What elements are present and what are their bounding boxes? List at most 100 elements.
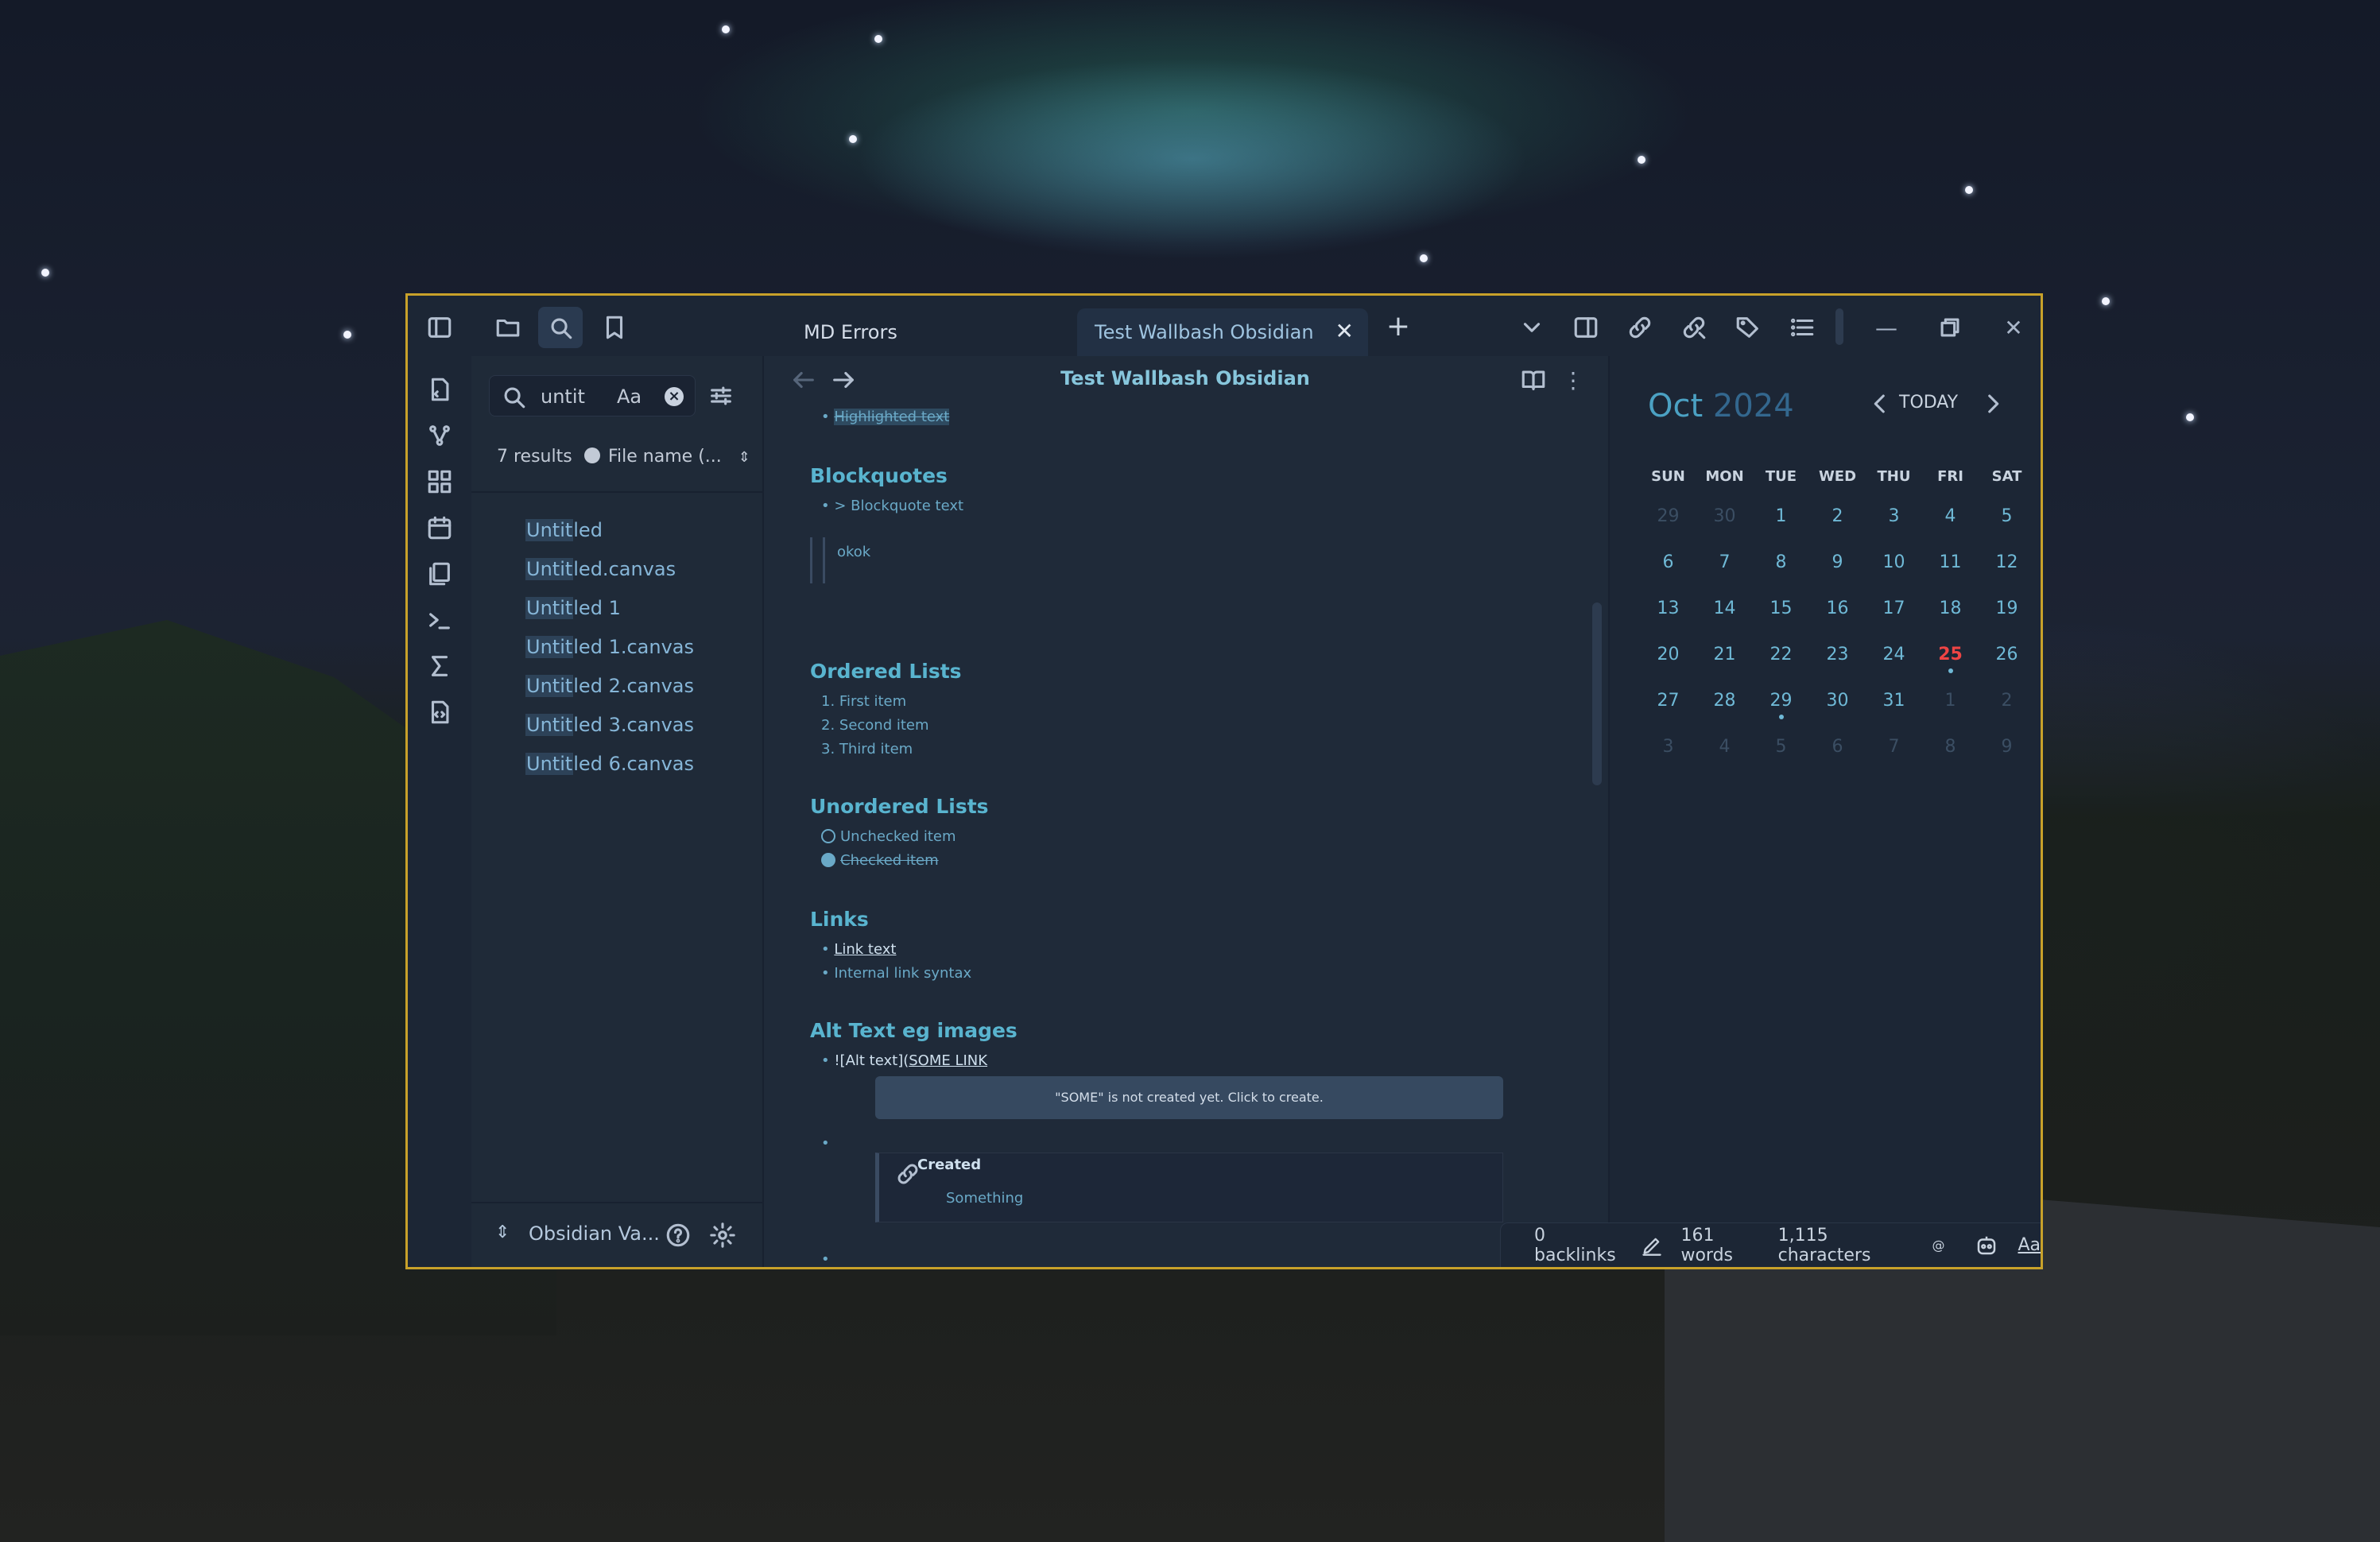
code-file-icon[interactable] xyxy=(424,696,455,728)
vault-switcher[interactable]: ⇕ Obsidian Va... xyxy=(471,1202,762,1267)
calendar-day[interactable]: 6 xyxy=(1809,737,1866,757)
calendar-day[interactable]: 28 xyxy=(1696,691,1753,711)
calendar-day[interactable]: 1 xyxy=(1922,691,1979,711)
calendar-day[interactable]: 2 xyxy=(1809,506,1866,526)
calendar-icon[interactable] xyxy=(424,512,455,544)
calendar-day[interactable]: 20 xyxy=(1640,645,1696,664)
sort-dropdown[interactable]: File name (... ⇕ xyxy=(608,447,750,467)
link-text[interactable]: Link text xyxy=(834,941,896,958)
calendar-day[interactable]: 2 xyxy=(1979,691,2035,711)
calendar-day[interactable]: 27 xyxy=(1640,691,1696,711)
search-result[interactable]: Untit led 2.canvas xyxy=(525,666,694,705)
calendar-day[interactable]: 6 xyxy=(1640,552,1696,572)
chevron-down-icon[interactable] xyxy=(1516,312,1548,343)
calendar-day[interactable]: 26 xyxy=(1979,645,2035,664)
more-options-icon[interactable]: ⋮ xyxy=(1557,364,1589,396)
editor-scrollbar[interactable] xyxy=(1592,602,1602,785)
calendar-day[interactable]: 19 xyxy=(1979,599,2035,618)
calendar-day[interactable]: 4 xyxy=(1696,737,1753,757)
calendar-day[interactable]: 16 xyxy=(1809,599,1866,618)
search-icon[interactable] xyxy=(538,307,583,348)
calendar-day[interactable]: 5 xyxy=(1979,506,2035,526)
calendar-day[interactable]: 11 xyxy=(1922,552,1979,572)
open-quick-switcher-icon[interactable] xyxy=(424,374,455,405)
checkbox[interactable] xyxy=(821,829,835,843)
calendar-day[interactable]: 17 xyxy=(1866,599,1922,618)
more-icon[interactable] xyxy=(583,447,600,463)
search-result[interactable]: Untit led 1.canvas xyxy=(525,627,694,666)
previous-month-icon[interactable] xyxy=(1864,388,1896,420)
search-result[interactable]: Untit led.canvas xyxy=(525,549,694,588)
calendar-day[interactable]: 15 xyxy=(1753,599,1809,618)
calendar-day[interactable]: 5 xyxy=(1753,737,1809,757)
font-size-toggle[interactable]: Aa xyxy=(2018,1235,2041,1255)
folder-icon[interactable] xyxy=(492,312,524,343)
calendar-day[interactable]: 9 xyxy=(1809,552,1866,572)
clear-search-icon[interactable]: × xyxy=(665,387,684,406)
calendar-day[interactable]: 30 xyxy=(1696,506,1753,526)
calendar-day[interactable]: 12 xyxy=(1979,552,2035,572)
calendar-day[interactable]: 13 xyxy=(1640,599,1696,618)
calendar-day-today[interactable]: 25 xyxy=(1922,645,1979,673)
search-result[interactable]: Untit led 1 xyxy=(525,588,694,627)
graph-view-icon[interactable] xyxy=(424,420,455,451)
search-input[interactable]: untit Aa × xyxy=(489,375,696,416)
outline-icon[interactable] xyxy=(1786,312,1818,343)
search-result[interactable]: Untit led 6.canvas xyxy=(525,744,694,783)
calendar-day[interactable]: 21 xyxy=(1696,645,1753,664)
minimize-icon[interactable]: — xyxy=(1870,312,1902,343)
calendar-day[interactable]: 10 xyxy=(1866,552,1922,572)
help-icon[interactable] xyxy=(662,1219,694,1251)
next-month-icon[interactable] xyxy=(1977,388,2009,420)
calendar-day[interactable]: 29 xyxy=(1753,691,1809,719)
new-tab-icon[interactable]: + xyxy=(1382,310,1414,343)
assistant-icon[interactable] xyxy=(1975,1234,1998,1257)
terminal-icon[interactable] xyxy=(424,604,455,636)
today-button[interactable]: TODAY xyxy=(1899,393,1958,413)
calendar-day[interactable]: 30 xyxy=(1809,691,1866,711)
calendar-day[interactable]: 23 xyxy=(1809,645,1866,664)
callout[interactable]: Created Something xyxy=(875,1153,1503,1222)
checkbox-checked[interactable] xyxy=(821,853,835,867)
calendar-day[interactable]: 1 xyxy=(1753,506,1809,526)
calendar-day[interactable]: 3 xyxy=(1640,737,1696,757)
backlinks-count[interactable]: 0 backlinks xyxy=(1534,1226,1623,1265)
close-tab-icon[interactable]: ✕ xyxy=(1335,318,1354,344)
sync-icon[interactable]: @ xyxy=(1932,1238,1944,1253)
calendar-day[interactable]: 7 xyxy=(1866,737,1922,757)
close-window-icon[interactable]: ✕ xyxy=(1998,312,2029,343)
calendar-day[interactable]: 24 xyxy=(1866,645,1922,664)
calendar-day[interactable]: 8 xyxy=(1753,552,1809,572)
backlinks-icon[interactable] xyxy=(1624,312,1656,343)
calendar-day[interactable]: 22 xyxy=(1753,645,1809,664)
restore-icon[interactable] xyxy=(1934,312,1966,343)
templates-icon[interactable] xyxy=(424,558,455,590)
tab-md-errors[interactable]: MD Errors xyxy=(786,308,915,356)
settings-gear-icon[interactable] xyxy=(707,1219,738,1251)
alt-link[interactable]: SOME LINK xyxy=(909,1052,987,1069)
calendar-day[interactable]: 3 xyxy=(1866,506,1922,526)
calendar-day[interactable]: 14 xyxy=(1696,599,1753,618)
bookmark-icon[interactable] xyxy=(599,312,630,343)
calendar-day[interactable]: 8 xyxy=(1922,737,1979,757)
canvas-icon[interactable] xyxy=(424,466,455,498)
search-result[interactable]: Untit led 3.canvas xyxy=(525,705,694,744)
outgoing-links-icon[interactable] xyxy=(1678,312,1710,343)
calendar-day[interactable]: 18 xyxy=(1922,599,1979,618)
search-settings-icon[interactable] xyxy=(705,380,737,412)
sidebar-toggle-icon[interactable] xyxy=(424,312,455,343)
calendar-day[interactable]: 4 xyxy=(1922,506,1979,526)
right-sidebar-toggle-icon[interactable] xyxy=(1570,312,1602,343)
reading-view-icon[interactable] xyxy=(1518,364,1549,396)
pencil-icon[interactable] xyxy=(1641,1234,1663,1257)
tab-test-wallbash[interactable]: Test Wallbash Obsidian ✕ xyxy=(1077,308,1368,356)
create-note-tooltip[interactable]: "SOME" is not created yet. Click to crea… xyxy=(875,1076,1503,1119)
search-result[interactable]: Untit led xyxy=(525,510,694,549)
match-case-toggle[interactable]: Aa xyxy=(617,386,642,408)
calendar-day[interactable]: 31 xyxy=(1866,691,1922,711)
calendar-day[interactable]: 7 xyxy=(1696,552,1753,572)
sigma-icon[interactable] xyxy=(424,650,455,682)
calendar-day[interactable]: 9 xyxy=(1979,737,2035,757)
calendar-day[interactable]: 29 xyxy=(1640,506,1696,526)
tags-icon[interactable] xyxy=(1732,312,1764,343)
